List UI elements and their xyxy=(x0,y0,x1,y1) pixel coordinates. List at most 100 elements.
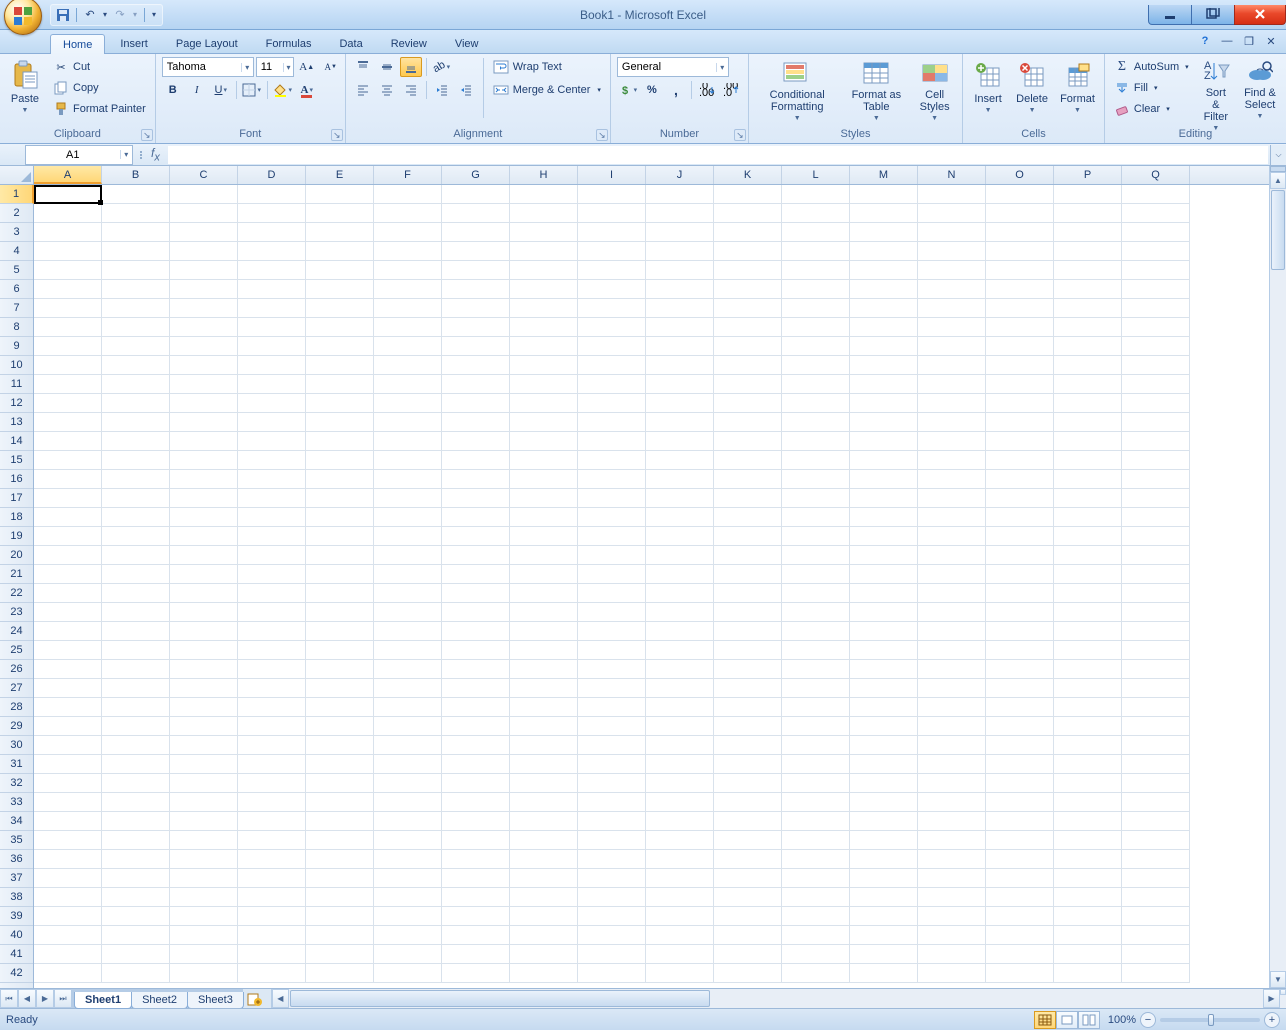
cell[interactable] xyxy=(1122,508,1190,527)
cell[interactable] xyxy=(442,907,510,926)
cell[interactable] xyxy=(1122,451,1190,470)
cell[interactable] xyxy=(1054,603,1122,622)
cell[interactable] xyxy=(850,641,918,660)
cell[interactable] xyxy=(1122,394,1190,413)
align-right-button[interactable] xyxy=(400,80,422,100)
cell[interactable] xyxy=(34,793,102,812)
cell[interactable] xyxy=(442,660,510,679)
cell[interactable] xyxy=(986,679,1054,698)
cell[interactable] xyxy=(1122,223,1190,242)
increase-indent-button[interactable] xyxy=(455,80,477,100)
formula-expand-button[interactable]: ⌵ xyxy=(1270,145,1286,165)
cell[interactable] xyxy=(442,356,510,375)
row-header[interactable]: 23 xyxy=(0,603,33,622)
cell[interactable] xyxy=(238,926,306,945)
cell[interactable] xyxy=(102,603,170,622)
cell[interactable] xyxy=(442,508,510,527)
cell[interactable] xyxy=(510,470,578,489)
cell[interactable] xyxy=(714,850,782,869)
cell[interactable] xyxy=(918,964,986,983)
column-header[interactable]: I xyxy=(578,166,646,184)
cell[interactable] xyxy=(782,527,850,546)
cell[interactable] xyxy=(102,185,170,204)
cell[interactable] xyxy=(374,394,442,413)
resize-handle[interactable] xyxy=(139,151,143,159)
scroll-down-button[interactable]: ▼ xyxy=(1270,971,1286,988)
cell[interactable] xyxy=(170,755,238,774)
cell[interactable] xyxy=(578,679,646,698)
cell[interactable] xyxy=(646,565,714,584)
row-header[interactable]: 15 xyxy=(0,451,33,470)
cell[interactable] xyxy=(646,223,714,242)
cell[interactable] xyxy=(850,717,918,736)
cell[interactable] xyxy=(374,546,442,565)
cell[interactable] xyxy=(986,261,1054,280)
cell[interactable] xyxy=(170,717,238,736)
cell[interactable] xyxy=(306,812,374,831)
cell[interactable] xyxy=(442,755,510,774)
cell[interactable] xyxy=(306,603,374,622)
cell[interactable] xyxy=(918,926,986,945)
cell[interactable] xyxy=(646,356,714,375)
cell[interactable] xyxy=(102,945,170,964)
row-header[interactable]: 28 xyxy=(0,698,33,717)
row-header[interactable]: 16 xyxy=(0,470,33,489)
row-header[interactable]: 11 xyxy=(0,375,33,394)
row-header[interactable]: 1 xyxy=(0,185,34,204)
cell[interactable] xyxy=(374,964,442,983)
cell[interactable] xyxy=(238,299,306,318)
tab-page-layout[interactable]: Page Layout xyxy=(163,33,251,53)
cell[interactable] xyxy=(102,755,170,774)
cell[interactable] xyxy=(374,831,442,850)
cell[interactable] xyxy=(714,888,782,907)
cell[interactable] xyxy=(34,318,102,337)
workbook-restore-icon[interactable]: ❐ xyxy=(1242,34,1256,48)
cell[interactable] xyxy=(306,508,374,527)
tab-formulas[interactable]: Formulas xyxy=(253,33,325,53)
cell[interactable] xyxy=(918,470,986,489)
cell[interactable] xyxy=(102,261,170,280)
cell[interactable] xyxy=(986,204,1054,223)
cell[interactable] xyxy=(102,641,170,660)
cell[interactable] xyxy=(646,432,714,451)
cell[interactable] xyxy=(986,299,1054,318)
column-header[interactable]: N xyxy=(918,166,986,184)
column-header[interactable]: C xyxy=(170,166,238,184)
cell[interactable] xyxy=(374,375,442,394)
cell[interactable] xyxy=(238,660,306,679)
column-header[interactable]: P xyxy=(1054,166,1122,184)
cell[interactable] xyxy=(850,603,918,622)
cell[interactable] xyxy=(442,489,510,508)
cell[interactable] xyxy=(374,584,442,603)
row-header[interactable]: 41 xyxy=(0,945,33,964)
row-header[interactable]: 25 xyxy=(0,641,33,660)
cell[interactable] xyxy=(986,774,1054,793)
cell[interactable] xyxy=(646,261,714,280)
cell[interactable] xyxy=(510,907,578,926)
cell[interactable] xyxy=(714,660,782,679)
cell[interactable] xyxy=(510,242,578,261)
row-header[interactable]: 18 xyxy=(0,508,33,527)
row-header[interactable]: 14 xyxy=(0,432,33,451)
orientation-button[interactable]: ab▾ xyxy=(431,57,453,77)
tab-data[interactable]: Data xyxy=(326,33,375,53)
align-center-button[interactable] xyxy=(376,80,398,100)
cell[interactable] xyxy=(374,242,442,261)
cell[interactable] xyxy=(1054,584,1122,603)
cell[interactable] xyxy=(1122,299,1190,318)
cell[interactable] xyxy=(918,261,986,280)
cell[interactable] xyxy=(442,945,510,964)
scroll-left-button[interactable]: ◀ xyxy=(272,989,289,1008)
cell[interactable] xyxy=(238,774,306,793)
cell[interactable] xyxy=(102,470,170,489)
cell[interactable] xyxy=(850,907,918,926)
cell[interactable] xyxy=(442,185,510,204)
cell[interactable] xyxy=(510,299,578,318)
cell[interactable] xyxy=(782,831,850,850)
cell[interactable] xyxy=(510,489,578,508)
cell[interactable] xyxy=(1054,394,1122,413)
cell[interactable] xyxy=(1122,603,1190,622)
cell[interactable] xyxy=(646,679,714,698)
cell[interactable] xyxy=(238,356,306,375)
cell[interactable] xyxy=(34,508,102,527)
